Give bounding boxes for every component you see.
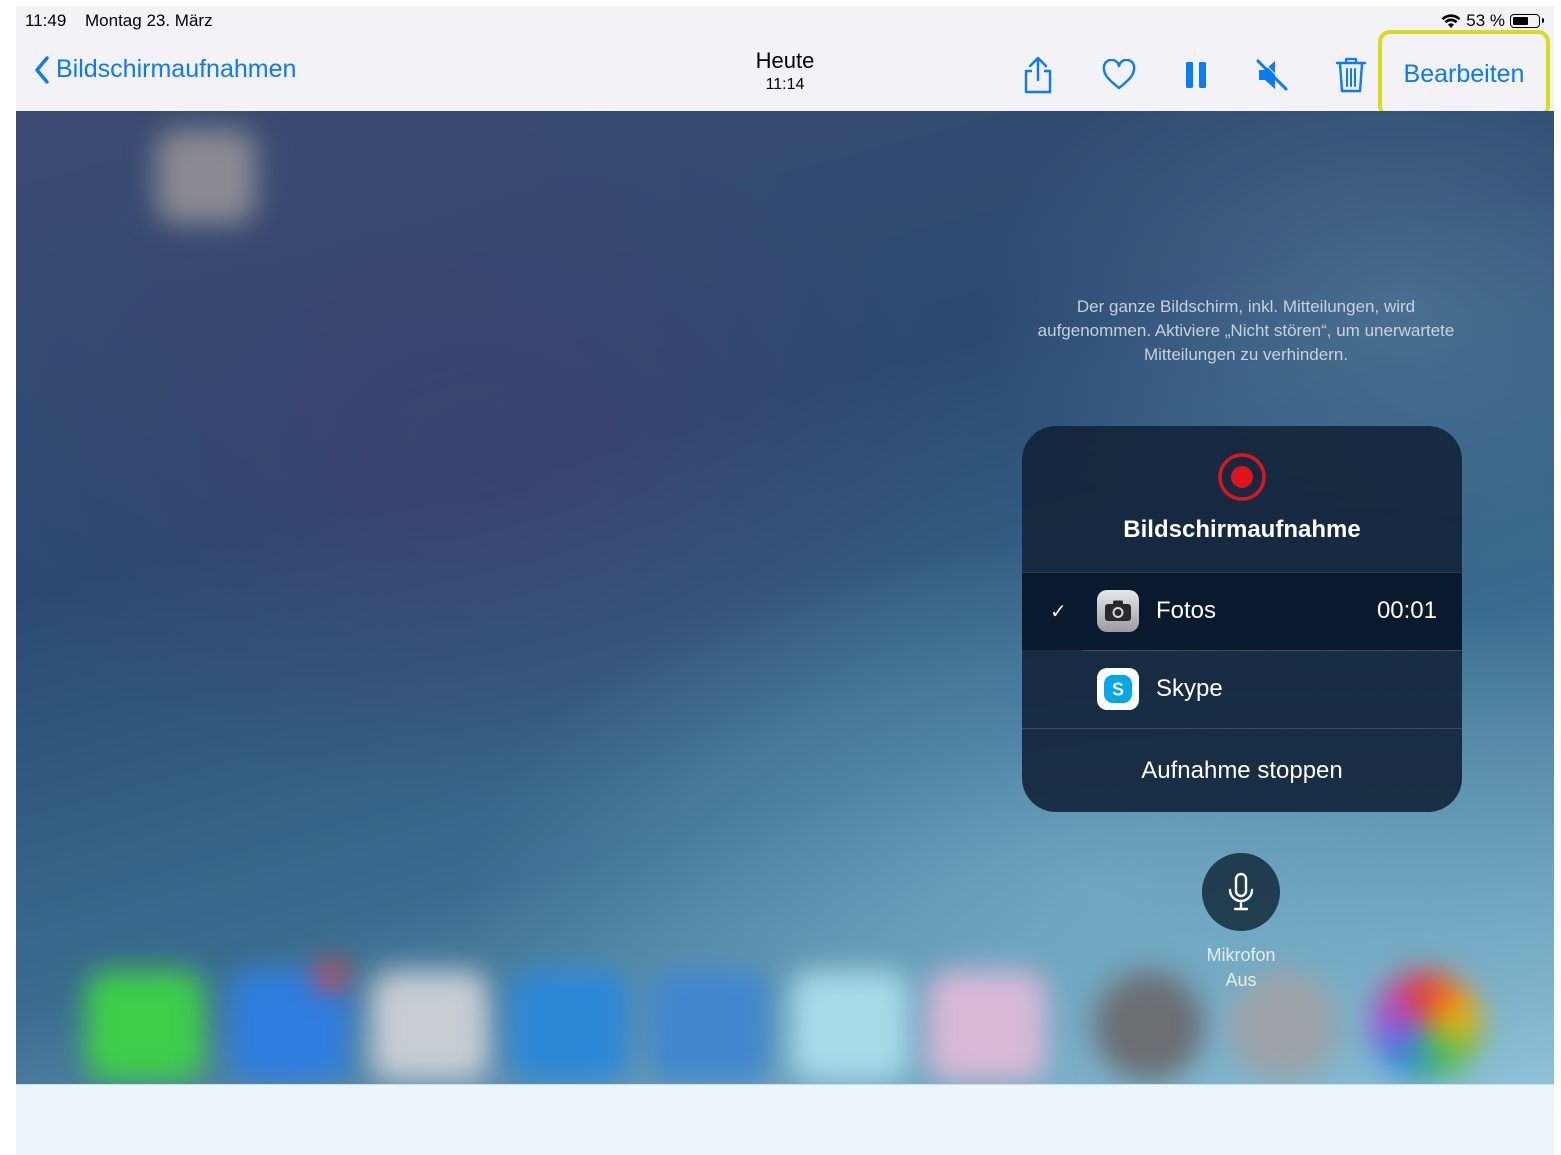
blurred-dock-icon <box>651 971 769 1081</box>
blurred-dock-icon <box>511 971 629 1081</box>
svg-text:S: S <box>1112 680 1124 700</box>
status-bar-right: 53 % <box>1441 11 1544 31</box>
navigation-bar: 11:49 Montag 23. März 53 % Bildschirmauf… <box>16 6 1554 118</box>
ipad-screen: 11:49 Montag 23. März 53 % Bildschirmauf… <box>16 6 1554 1155</box>
wifi-icon <box>1441 13 1461 28</box>
blurred-dock-icon <box>371 971 489 1081</box>
stop-recording-label: Aufnahme stoppen <box>1141 756 1343 784</box>
blurred-dock-icon <box>791 971 909 1081</box>
mute-icon <box>1256 58 1289 91</box>
edit-label: Bearbeiten <box>1403 59 1525 88</box>
microphone-icon <box>1228 872 1254 911</box>
trash-icon <box>1335 57 1367 93</box>
microphone-caption: Mikrofon Aus <box>1166 943 1316 993</box>
blurred-app-icon <box>156 129 256 224</box>
video-frame: Der ganze Bildschirm, inkl. Mitteilungen… <box>16 111 1554 1084</box>
page-title: Heute <box>755 48 815 73</box>
status-bar-left: 11:49 Montag 23. März <box>25 11 227 31</box>
battery-icon <box>1510 14 1544 28</box>
destination-label: Fotos <box>1156 597 1217 624</box>
delete-button[interactable] <box>1327 51 1375 99</box>
destination-label: Skype <box>1156 675 1223 702</box>
status-date: Montag 23. März <box>85 11 213 30</box>
screen-recording-panel: Bildschirmaufnahme ✓ Fotos 00:01 S Skype… <box>1022 426 1462 812</box>
status-time: 11:49 <box>25 11 67 30</box>
checkmark-icon: ✓ <box>1050 600 1067 623</box>
recording-hint: Der ganze Bildschirm, inkl. Mitteilungen… <box>1037 297 1455 364</box>
battery-percent: 53 % <box>1466 11 1505 30</box>
stop-recording-button[interactable]: Aufnahme stoppen <box>1022 729 1462 812</box>
recording-timer: 00:01 <box>1376 597 1437 624</box>
pause-button[interactable] <box>1172 51 1220 99</box>
pause-icon <box>1186 62 1206 88</box>
mute-button[interactable] <box>1248 51 1296 99</box>
blurred-dock-icon <box>1371 971 1481 1081</box>
edit-button[interactable]: Bearbeiten <box>1378 30 1550 118</box>
camera-app-icon <box>1097 590 1139 632</box>
destination-skype[interactable]: S Skype <box>1022 650 1462 728</box>
destination-fotos[interactable]: ✓ Fotos 00:01 <box>1022 572 1462 650</box>
nav-title: Heute 11:14 <box>16 48 1554 94</box>
bottom-bar <box>16 1084 1554 1155</box>
blurred-dock-icon <box>86 971 204 1081</box>
favorite-button[interactable] <box>1095 51 1143 99</box>
skype-app-icon: S <box>1097 668 1139 710</box>
microphone-label: Mikrofon <box>1206 945 1276 965</box>
heart-icon <box>1102 59 1136 90</box>
share-icon <box>1024 56 1052 94</box>
blurred-badge <box>316 961 346 991</box>
microphone-button[interactable] <box>1202 853 1280 931</box>
page-subtitle: 11:14 <box>765 76 805 93</box>
blurred-dock-icon <box>928 971 1046 1081</box>
panel-title: Bildschirmaufnahme <box>1123 516 1361 543</box>
share-button[interactable] <box>1014 51 1062 99</box>
record-icon <box>1218 453 1266 501</box>
microphone-state: Aus <box>1225 970 1257 990</box>
